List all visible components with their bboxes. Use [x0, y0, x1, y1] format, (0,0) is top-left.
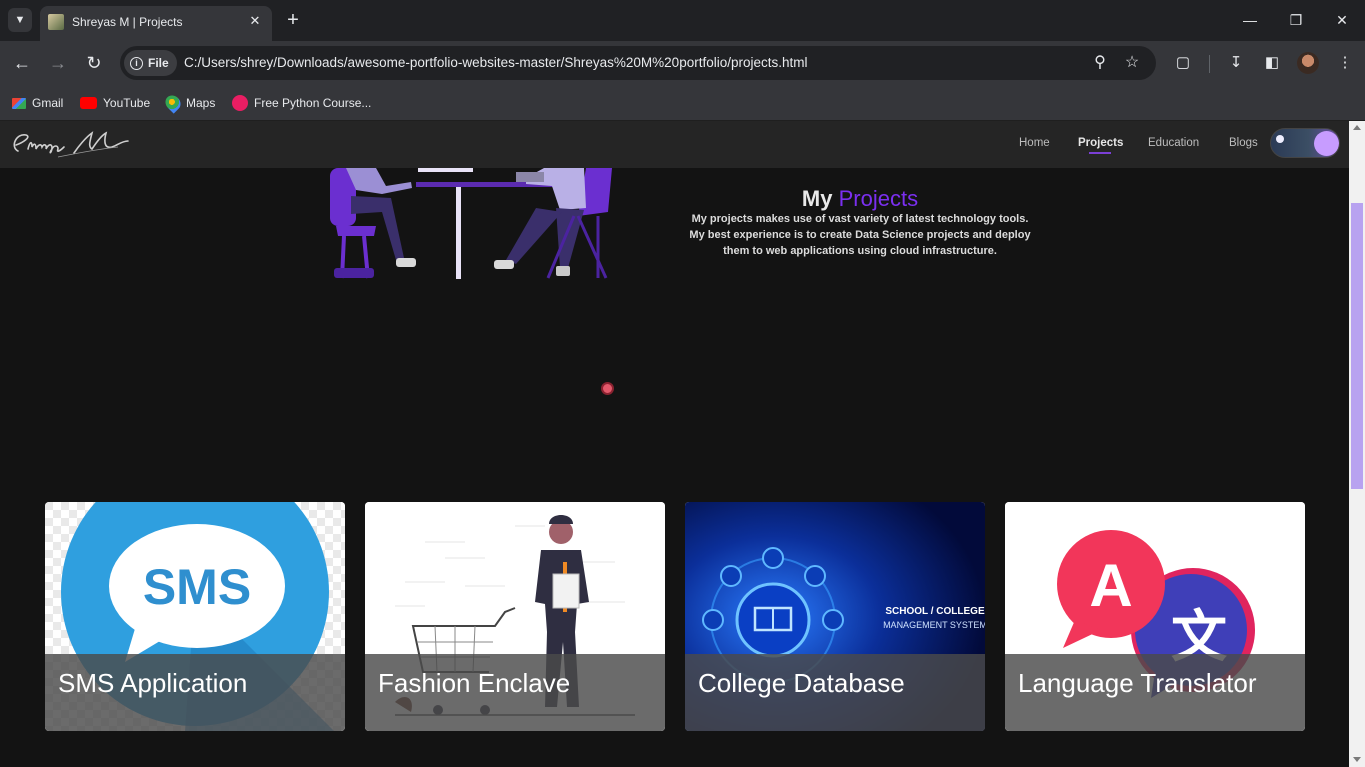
close-window-icon[interactable]: ✕: [1329, 8, 1355, 32]
college-art-text: SCHOOL / COLLEGE: [885, 606, 985, 617]
college-art-text2: MANAGEMENT SYSTEM: [883, 620, 985, 630]
page-viewport: Home Projects Education Blogs My Project…: [0, 121, 1349, 767]
toolbar-divider: [1209, 55, 1210, 73]
nav-projects[interactable]: Projects: [1078, 136, 1123, 150]
new-tab-button[interactable]: +: [282, 9, 304, 31]
page-description: My projects makes use of vast variety of…: [680, 211, 1040, 259]
download-icon[interactable]: ↧: [1226, 53, 1246, 73]
bookmarks-bar: Gmail YouTube Maps Free Python Course...: [0, 85, 1365, 121]
project-card-translator[interactable]: A 文 Language Translator: [1005, 502, 1305, 731]
title-plain: My: [801, 186, 833, 211]
description-line: My best experience is to create Data Sci…: [689, 229, 1031, 241]
reload-icon[interactable]: ↻: [82, 51, 106, 75]
project-title: Language Translator: [1005, 654, 1305, 731]
sms-art-text: SMS: [143, 559, 251, 615]
project-card-college[interactable]: SCHOOL / COLLEGE MANAGEMENT SYSTEM Colle…: [685, 502, 985, 731]
tab-title: Shreyas M | Projects: [72, 15, 183, 29]
scroll-up-icon[interactable]: [1353, 125, 1361, 130]
browser-toolbar: ← → ↻ i File C:/Users/shrey/Downloads/aw…: [0, 41, 1365, 85]
bookmark-gmail[interactable]: Gmail: [12, 93, 63, 113]
translator-art-a: A: [1089, 552, 1132, 619]
toggle-knob: [1314, 131, 1339, 156]
page-scrollbar[interactable]: [1349, 121, 1365, 767]
bookmark-label: YouTube: [103, 96, 151, 110]
zoom-icon[interactable]: ⚲: [1090, 53, 1110, 73]
menu-kebab-icon[interactable]: ⋮: [1335, 53, 1355, 73]
restore-icon[interactable]: ❐: [1283, 8, 1309, 32]
tab-strip: ▼ Shreyas M | Projects ✕ + — ❐ ✕: [0, 0, 1365, 41]
forward-icon[interactable]: →: [46, 51, 70, 75]
site-info-chip[interactable]: i File: [124, 50, 177, 76]
active-nav-indicator: [1089, 152, 1111, 154]
minimize-icon[interactable]: —: [1237, 8, 1263, 32]
bookmark-star-icon[interactable]: ☆: [1122, 53, 1142, 73]
back-icon[interactable]: ←: [10, 51, 34, 75]
browser-tab[interactable]: Shreyas M | Projects ✕: [40, 6, 272, 41]
site-header: Home Projects Education Blogs: [0, 121, 1349, 168]
page-title: My Projects: [680, 185, 1040, 213]
maps-icon: [162, 92, 184, 114]
theme-toggle[interactable]: [1270, 128, 1340, 158]
project-title: SMS Application: [45, 654, 345, 731]
file-chip-label: File: [148, 56, 169, 70]
project-card-fashion[interactable]: Fashion Enclave: [365, 502, 665, 731]
bookmark-label: Free Python Course...: [254, 96, 372, 110]
bookmark-youtube[interactable]: YouTube: [80, 93, 150, 113]
bookmark-label: Gmail: [32, 96, 64, 110]
url-text[interactable]: C:/Users/shrey/Downloads/awesome-portfol…: [184, 54, 808, 72]
moon-icon: [1276, 135, 1284, 143]
bookmark-python-course[interactable]: Free Python Course...: [232, 93, 371, 113]
chevron-down-icon: ▼: [14, 14, 26, 26]
course-icon: [232, 95, 248, 111]
workspace-illustration: [330, 168, 612, 279]
project-title: College Database: [685, 654, 985, 731]
gmail-icon: [12, 97, 26, 109]
project-card-sms[interactable]: SMS SMS Application: [45, 502, 345, 731]
scrollbar-thumb[interactable]: [1351, 203, 1363, 489]
extensions-icon[interactable]: ▢: [1173, 53, 1193, 73]
address-bar[interactable]: i File C:/Users/shrey/Downloads/awesome-…: [120, 46, 1156, 80]
nav-blogs[interactable]: Blogs: [1229, 136, 1258, 150]
cursor-follower: [601, 382, 614, 395]
title-accent: Projects: [838, 186, 919, 211]
project-title: Fashion Enclave: [365, 654, 665, 731]
tab-favicon-icon: [48, 14, 64, 30]
youtube-icon: [80, 97, 97, 109]
info-icon: i: [130, 56, 143, 70]
nav-education[interactable]: Education: [1148, 136, 1199, 150]
tab-search-button[interactable]: ▼: [8, 8, 32, 32]
close-tab-icon[interactable]: ✕: [246, 12, 264, 30]
description-line: My projects makes use of vast variety of…: [691, 213, 1029, 225]
scroll-down-icon[interactable]: [1353, 757, 1361, 762]
profile-avatar[interactable]: [1297, 52, 1319, 74]
site-logo[interactable]: [8, 127, 130, 161]
description-line: them to web applications using cloud inf…: [723, 245, 997, 257]
nav-home[interactable]: Home: [1019, 136, 1050, 150]
side-panel-icon[interactable]: ◧: [1262, 53, 1282, 73]
bookmark-maps[interactable]: Maps: [162, 92, 216, 114]
bookmark-label: Maps: [186, 96, 216, 110]
